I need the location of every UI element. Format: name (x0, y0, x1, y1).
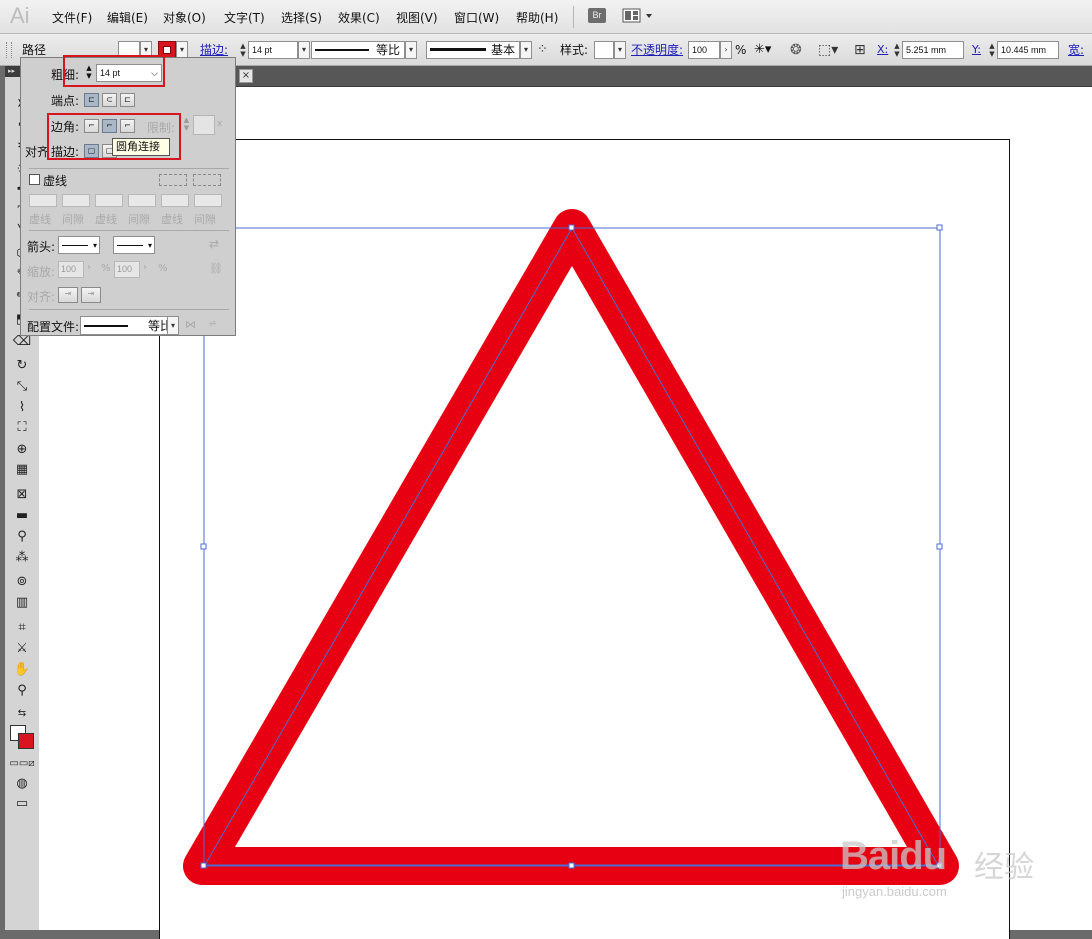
scale-unit: % (101, 263, 111, 274)
dash-input-3[interactable] (161, 194, 189, 207)
start-arrowhead-select[interactable]: ▾ (58, 236, 100, 254)
extend-arrow-tip-button[interactable]: ⇥ (58, 287, 78, 303)
end-scale-input[interactable]: 100 (114, 261, 140, 278)
align-stroke-label-a: 对齐 (25, 145, 50, 159)
profile-dropdown[interactable]: ▾ (167, 316, 179, 335)
watermark-url: jingyan.baidu.com (842, 884, 947, 899)
profile-line-icon (84, 324, 128, 327)
swap-arrowheads-icon[interactable]: ⇄ (209, 237, 219, 251)
panel-divider (29, 309, 229, 310)
panel-divider (29, 168, 229, 169)
round-cap-button[interactable]: ⊂ (102, 93, 117, 107)
cap-label: 端点: (51, 94, 80, 108)
dash-input-2[interactable] (95, 194, 123, 207)
dashed-line-label: 虚线 (43, 174, 68, 188)
bounding-box (203, 227, 941, 867)
arrow-line-icon (117, 244, 143, 246)
align-dash-icon[interactable] (193, 174, 221, 186)
triangle-stroke[interactable] (183, 209, 959, 885)
preserve-dash-icon[interactable] (159, 174, 187, 186)
flip-along-icon[interactable]: ⋈ (185, 318, 196, 331)
place-arrow-tip-button[interactable]: ⇥ (81, 287, 101, 303)
tooltip: 圆角连接 (112, 138, 170, 156)
bounding-box-handles[interactable] (200, 224, 943, 869)
highlight-weight (63, 55, 165, 87)
chevron-right-icon[interactable]: › (143, 262, 147, 273)
watermark: Baidu 经验 jingyan.baidu.com (838, 834, 1058, 904)
gap-caption-2: 间隙 (128, 213, 150, 226)
gap-input-2[interactable] (128, 194, 156, 207)
projecting-cap-button[interactable]: ⊏ (120, 93, 135, 107)
profile-select[interactable]: 等比 (80, 316, 177, 335)
profile-label: 配置文件: (27, 320, 80, 334)
arrow-line-icon (62, 244, 88, 246)
limit-stepper[interactable]: ▲ ▼ (182, 116, 191, 134)
watermark-logo: Baidu (840, 834, 947, 878)
dashed-line-checkbox[interactable] (29, 174, 40, 185)
dash-input-1[interactable] (29, 194, 57, 207)
gap-input-1[interactable] (62, 194, 90, 207)
link-scale-icon[interactable]: ⛓ (209, 262, 223, 275)
dash-caption-2: 虚线 (95, 213, 117, 226)
gap-caption-1: 间隙 (62, 213, 84, 226)
arrowheads-label: 箭头: (27, 240, 56, 254)
gap-input-3[interactable] (194, 194, 222, 207)
limit-input[interactable] (193, 115, 215, 135)
panel-divider (29, 230, 229, 231)
arrow-align-label: 对齐: (27, 290, 56, 304)
gap-caption-3: 间隙 (194, 213, 216, 226)
dash-caption-3: 虚线 (161, 213, 183, 226)
stroke-panel: 粗细: ▲ ▼ 14 pt ⌵ 端点: ⊏ ⊂ ⊏ 边角: ⌐ ⌐ ⌐ 限制: ▲… (20, 57, 236, 336)
limit-unit: x (217, 119, 223, 129)
chevron-right-icon[interactable]: › (87, 262, 91, 273)
triangle-path (204, 226, 939, 866)
dash-caption-1: 虚线 (29, 213, 51, 226)
butt-cap-button[interactable]: ⊏ (84, 93, 99, 107)
scale-label: 缩放: (27, 265, 56, 279)
flip-across-icon[interactable]: ⩫ (208, 317, 217, 330)
scale-unit: % (158, 263, 168, 274)
watermark-text: 经验 (974, 850, 1034, 885)
start-scale-input[interactable]: 100 (58, 261, 84, 278)
end-arrowhead-select[interactable]: ▾ (113, 236, 155, 254)
